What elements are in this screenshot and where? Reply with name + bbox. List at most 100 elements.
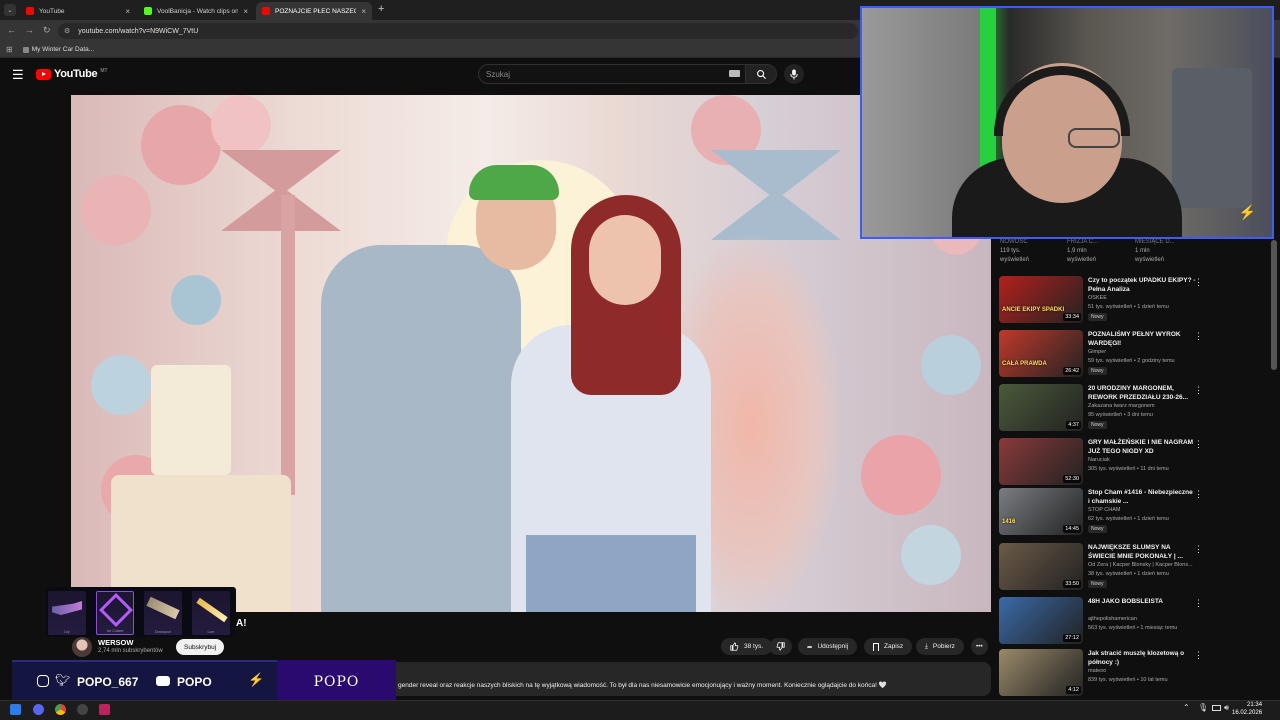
close-tab-icon[interactable]: × — [361, 7, 366, 16]
top-strip-item[interactable]: MIESIĄCE D... 1 mln wyświetleń — [1135, 238, 1175, 265]
video-thumbnail[interactable]: 52:30 — [999, 438, 1083, 485]
more-vertical-icon[interactable]: ⋮ — [1194, 439, 1203, 450]
recommendation-channel[interactable]: OSKEE — [1088, 295, 1107, 301]
recommendation-channel[interactable]: STOP CHAM — [1088, 507, 1121, 513]
recommendation-item[interactable]: 33:50 NAJWIĘKSZE SLUMSY NA ŚWIECIE MNIE P… — [999, 543, 1209, 593]
browser-tab[interactable]: YouTube × — [20, 2, 136, 20]
dislike-button[interactable] — [769, 638, 792, 655]
video-thumbnail[interactable]: 1416 14:45 — [999, 488, 1083, 535]
recommendation-meta: 59 tys. wyświetleń • 2 godziny temu — [1088, 358, 1175, 364]
skin-item-label: Downpour — [155, 630, 171, 634]
recommendation-title[interactable]: NAJWIĘKSZE SLUMSY NA ŚWIECIE MNIE POKONA… — [1088, 544, 1196, 561]
new-tab-button[interactable]: + — [378, 3, 384, 15]
menu-icon[interactable]: ☰ — [12, 67, 24, 83]
recommendation-title[interactable]: GRY MAŁŻEŃSKIE I NIE NAGRAM JUŻ TEGO NIG… — [1088, 439, 1196, 456]
youtube-logo[interactable]: YouTube MT — [36, 68, 108, 80]
browser-tab[interactable]: VoolBanicja - Watch clips on K × — [138, 2, 254, 20]
scrollbar[interactable] — [1271, 240, 1277, 370]
recommendation-channel[interactable]: Od Zera | Kacper Blonsky | Kacper Blons.… — [1088, 562, 1193, 568]
video-thumbnail[interactable]: 27:12 — [999, 597, 1083, 644]
more-vertical-icon[interactable]: ⋮ — [1194, 489, 1203, 500]
taskbar-clock[interactable]: 21:34 16.02.2026 — [1232, 701, 1262, 717]
recommendation-title[interactable]: Jak stracić muszlę klozetową o północy :… — [1088, 650, 1196, 667]
more-vertical-icon[interactable]: ⋮ — [1194, 277, 1203, 288]
recommendation-title[interactable]: Stop Cham #1416 - Niebezpieczne i chamsk… — [1088, 489, 1196, 506]
recommendation-item[interactable]: 27:12 48H JAKO BOBSLEISTA ajthepolishameri… — [999, 597, 1209, 647]
apps-grid-icon[interactable]: ⊞ — [6, 45, 13, 54]
recommendation-item[interactable]: 1416 14:45 Stop Cham #1416 - Niebezpieczne… — [999, 488, 1209, 538]
more-vertical-icon[interactable]: ⋮ — [1194, 650, 1203, 661]
keyboard-icon[interactable] — [729, 70, 740, 77]
reload-icon[interactable]: ↻ — [43, 25, 51, 36]
chrome-icon[interactable] — [55, 704, 66, 715]
tab-search-button[interactable]: ⌄ — [4, 4, 16, 16]
download-icon: ⤓ — [925, 642, 928, 650]
recommendation-item[interactable]: 4:12 Jak stracić muszlę klozetową o półno… — [999, 649, 1209, 699]
headphones — [994, 66, 1130, 136]
channel-name[interactable]: WERSOW — [98, 638, 133, 647]
new-badge: Nowy — [1088, 580, 1107, 588]
mic-tray-icon[interactable]: 🎙︎ — [1198, 703, 1208, 712]
subscribe-button[interactable]: Subskrybuj — [176, 639, 225, 655]
save-button[interactable]: Zapisz — [864, 638, 913, 655]
thumbnail-caption: CAŁA PRAWDA — [1002, 361, 1047, 367]
site-settings-icon[interactable]: ⚙ — [64, 27, 70, 35]
recommendation-item[interactable]: ANCIE EKIPY SPADKI 33:34 Czy to początek U… — [999, 276, 1209, 326]
video-thumbnail[interactable]: 4:12 — [999, 649, 1083, 696]
top-strip-item[interactable]: FRIZJA C... 1,9 mln wyświetleń — [1067, 238, 1098, 265]
windows-start-icon[interactable] — [10, 704, 21, 715]
youtube-favicon-icon — [262, 7, 270, 15]
recommendation-title[interactable]: POZNALIŚMY PEŁNY WYROK WARDĘGI! — [1088, 331, 1196, 348]
bookmark-item[interactable]: My Winter Car Data... — [22, 46, 94, 53]
thumbs-down-icon — [776, 642, 785, 651]
video-duration: 26:42 — [1063, 367, 1081, 375]
app-icon[interactable] — [99, 704, 110, 715]
recommendation-title[interactable]: 48H JAKO BOBSLEISTA — [1088, 598, 1196, 607]
channel-avatar[interactable] — [72, 637, 92, 657]
voice-search-button[interactable] — [784, 64, 804, 84]
close-tab-icon[interactable]: × — [125, 7, 130, 16]
search-icon — [756, 69, 766, 79]
settings-icon[interactable] — [77, 704, 88, 715]
recommendation-channel[interactable]: Zakazana twarz margonem — [1088, 403, 1155, 409]
address-bar[interactable]: ⚙ youtube.com/watch?v=N9WiCW_7VtU — [58, 23, 858, 39]
more-vertical-icon[interactable]: ⋮ — [1194, 331, 1203, 342]
back-arrow-icon[interactable]: ← — [7, 25, 16, 35]
download-button[interactable]: ⤓ Pobierz — [916, 638, 964, 655]
recommendation-item[interactable]: 52:30 GRY MAŁŻEŃSKIE I NIE NAGRAM JUŻ TEG… — [999, 438, 1209, 488]
video-thumbnail[interactable]: CAŁA PRAWDA 26:42 — [999, 330, 1083, 377]
search-button[interactable] — [745, 64, 777, 84]
recommendation-title[interactable]: 20 URODZINY MARGONEM, REWORK PRZEDZIAŁU … — [1088, 385, 1196, 402]
rifle-icon — [146, 596, 180, 620]
browser-tab-active[interactable]: POZNAJCIE PŁEĆ NASZEGO DZ × — [256, 2, 372, 20]
recommendation-channel[interactable]: mateoo — [1088, 668, 1106, 674]
recommendation-title[interactable]: Czy to początek UPADKU EKIPY? - Pełna An… — [1088, 277, 1196, 294]
instagram-icon — [37, 675, 49, 687]
region-code: MT — [100, 68, 108, 74]
more-vertical-icon[interactable]: ⋮ — [1194, 385, 1203, 396]
like-button[interactable]: 38 tys. — [721, 638, 773, 655]
recommendation-item[interactable]: CAŁA PRAWDA 26:42 POZNALIŚMY PEŁNY WYROK W… — [999, 330, 1209, 380]
recommendation-channel[interactable]: ajthepolishamerican — [1088, 616, 1137, 622]
discord-icon[interactable] — [33, 704, 44, 715]
video-thumbnail[interactable]: 4:37 — [999, 384, 1083, 431]
more-vertical-icon[interactable]: ⋮ — [1194, 598, 1203, 609]
new-badge: Nowy — [1088, 421, 1107, 429]
top-strip-item[interactable]: NOWOŚĆ 119 tys. wyświetleń — [1000, 238, 1029, 265]
close-tab-icon[interactable]: × — [243, 7, 248, 16]
more-actions-button[interactable]: ••• — [971, 638, 988, 655]
recommendation-item[interactable]: 4:37 20 URODZINY MARGONEM, REWORK PRZEDZI… — [999, 384, 1209, 434]
skin-item: Lily — [48, 591, 86, 635]
video-thumbnail[interactable]: ANCIE EKIPY SPADKI 33:34 — [999, 276, 1083, 323]
video-thumbnail[interactable]: 33:50 — [999, 543, 1083, 590]
recommendation-channel[interactable]: Naruciak — [1088, 457, 1110, 463]
more-vertical-icon[interactable]: ⋮ — [1194, 544, 1203, 555]
recommendation-channel[interactable]: Gimper — [1088, 349, 1106, 355]
search-input[interactable]: Szukaj — [478, 64, 746, 84]
share-button[interactable]: ➦ Udostępnij — [798, 638, 858, 655]
tray-chevron-icon[interactable]: ⌃ — [1183, 703, 1190, 712]
monitor-tray-icon[interactable] — [1212, 705, 1221, 711]
video-player[interactable] — [71, 95, 991, 612]
forward-arrow-icon[interactable]: → — [25, 25, 34, 35]
volume-icon[interactable]: 🔊︎ — [1224, 703, 1229, 713]
